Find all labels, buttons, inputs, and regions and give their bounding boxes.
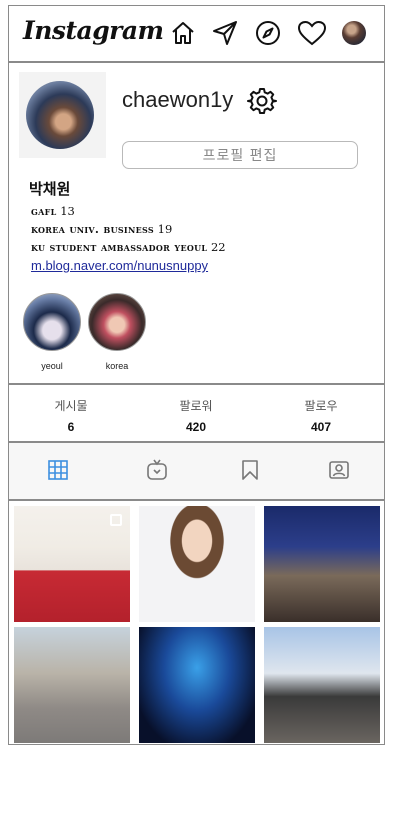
grid-icon[interactable] [47,459,69,481]
highlight-cover [88,293,146,351]
igtv-icon[interactable] [146,459,168,481]
highlight-korea[interactable]: korea [88,293,146,371]
highlight-yeoul[interactable]: yeoul [23,293,81,371]
real-name: 박채원 [29,180,71,198]
profile-stats: 게시물 6 팔로워 420 팔로우 407 [9,383,384,443]
phone-frame: Instagram chaewon1y 프로필 편집 박채원 gafl 13 k… [8,5,385,745]
post-thumbnail[interactable] [264,506,380,622]
compass-icon[interactable] [254,19,282,47]
stat-following[interactable]: 팔로우 407 [271,397,371,434]
highlight-cover [23,293,81,351]
bookmark-icon[interactable] [239,459,261,481]
post-thumbnail[interactable] [139,627,255,743]
stat-posts[interactable]: 게시물 6 [21,397,121,434]
highlight-label: yeoul [41,361,63,371]
instagram-logo[interactable]: Instagram [23,16,164,45]
tagged-icon[interactable] [328,459,350,481]
edit-profile-button[interactable]: 프로필 편집 [122,141,358,169]
bio-line: gafl 13 [31,204,75,218]
bio-link[interactable]: m.blog.naver.com/nunusnuppy [31,258,208,273]
profile-picture-container [19,72,106,158]
post-thumbnail[interactable] [14,506,130,622]
top-bar: Instagram [9,6,384,63]
post-thumbnail[interactable] [14,627,130,743]
send-icon[interactable] [211,19,239,47]
highlight-label: korea [105,361,129,371]
stat-followers[interactable]: 팔로워 420 [146,397,246,434]
home-icon[interactable] [169,19,197,47]
post-thumbnail[interactable] [139,506,255,622]
username: chaewon1y [122,87,234,112]
post-thumbnail[interactable] [264,627,380,743]
gear-icon[interactable] [247,86,277,116]
heart-icon[interactable] [297,19,327,47]
bio-line: korea univ. business 19 [31,222,173,236]
multiple-photos-icon [110,514,122,526]
avatar[interactable] [342,21,366,45]
bio-line: ku student ambassador yeoul 22 [31,240,226,254]
content-tabs [9,443,384,501]
profile-picture[interactable] [26,81,94,149]
